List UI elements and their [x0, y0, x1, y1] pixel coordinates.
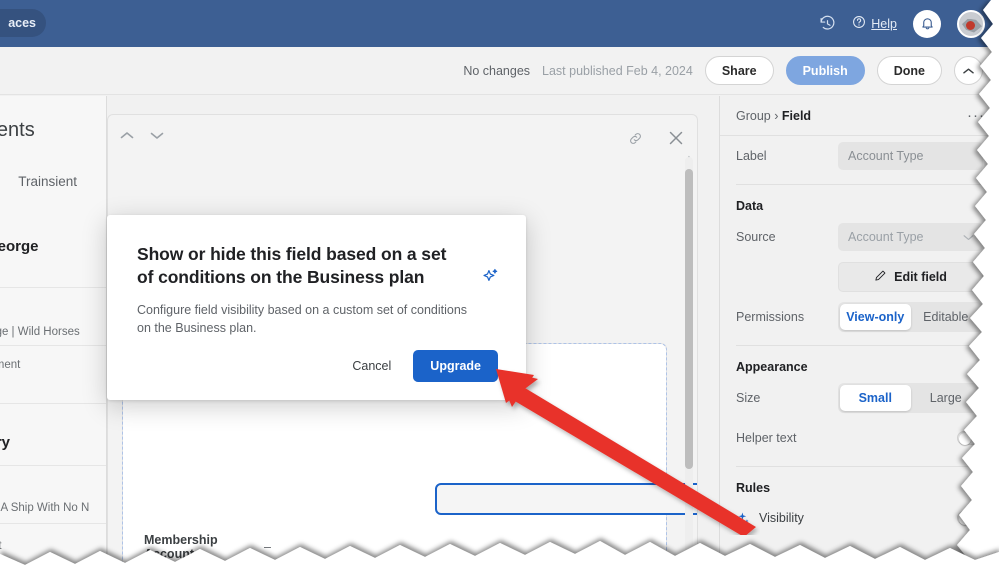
bell-icon[interactable]: [913, 9, 941, 38]
divider: [736, 345, 983, 346]
table-row[interactable]: [0, 404, 106, 466]
chevron-down-icon: [963, 230, 974, 244]
label-field-label: Label: [736, 149, 767, 163]
field-label: Membership Type: [144, 573, 264, 578]
publish-button[interactable]: Publish: [785, 56, 865, 85]
close-icon[interactable]: [669, 131, 683, 146]
more-horizontal-icon[interactable]: ···: [967, 107, 985, 124]
permissions-option-view-only[interactable]: View-only: [840, 304, 911, 330]
field-row: Membership Type –: [144, 573, 271, 578]
field-value: –: [264, 540, 271, 554]
pencil-icon: [874, 269, 887, 285]
source-select-value: Account Type: [848, 230, 924, 244]
upgrade-dialog: Show or hide this field based on a set o…: [107, 215, 526, 400]
avatar[interactable]: [957, 9, 985, 38]
question-circle-icon: [852, 15, 866, 32]
list-item-sub: y | A Ship With No N: [0, 502, 90, 514]
section-appearance: Appearance: [736, 360, 808, 374]
selected-field-box[interactable]: [435, 483, 697, 515]
editor-toolbar: No changes Last published Feb 4, 2024 Sh…: [0, 47, 999, 95]
divider: [736, 466, 983, 467]
breadcrumb-separator: ›: [774, 108, 779, 123]
field-label: Membership Account: [144, 533, 218, 561]
label-row: Label Account Type: [720, 136, 999, 176]
permissions-label: Permissions: [736, 310, 805, 324]
app-header-actions: Help: [819, 0, 985, 47]
breadcrumb: Group › Field: [736, 109, 811, 123]
last-published: Last published Feb 4, 2024: [542, 63, 693, 78]
edit-field-label: Edit field: [894, 270, 947, 284]
visibility-label: Visibility: [759, 511, 804, 525]
label-input-value: Account Type: [848, 149, 924, 163]
workspaces-tab[interactable]: aces: [0, 9, 46, 37]
list-tabs: ers Trainsient: [0, 174, 77, 198]
size-label: Size: [736, 391, 761, 405]
upgrade-button[interactable]: Upgrade: [413, 350, 498, 382]
page-title: gnments: [0, 119, 35, 141]
screenshot-root: aces Help No changes Last published Feb …: [0, 0, 999, 578]
permissions-segmented-control: View-only Editable: [838, 302, 983, 332]
size-option-small[interactable]: Small: [840, 385, 911, 411]
size-option-large[interactable]: Large: [911, 385, 982, 411]
edit-field-button[interactable]: Edit field: [838, 262, 983, 292]
sparkle-ai-icon: [481, 267, 500, 291]
edit-field-row: Edit field: [720, 257, 999, 297]
size-row: Size Small Large: [720, 378, 999, 418]
helper-text-label: Helper text: [736, 431, 797, 445]
help-link[interactable]: Help: [852, 15, 897, 32]
chevron-up-icon: [963, 64, 974, 78]
section-rules: Rules: [736, 481, 771, 495]
assignments-list-panel: gnments ers Trainsient George George | W…: [0, 96, 107, 578]
table-row[interactable]: [0, 346, 106, 404]
done-button[interactable]: Done: [876, 56, 942, 85]
table-row[interactable]: [0, 226, 106, 288]
label-input[interactable]: Account Type: [838, 142, 983, 170]
source-row: Source Account Type: [720, 217, 999, 257]
properties-header: Group › Field ···: [720, 96, 999, 136]
link-icon[interactable]: [628, 131, 643, 146]
permissions-option-editable[interactable]: Editable: [911, 304, 982, 330]
field-value: –: [264, 573, 271, 578]
dialog-description: Configure field visibility based on a cu…: [137, 303, 468, 335]
field-properties-panel: Group › Field ··· Label Account Type Dat…: [719, 96, 999, 578]
sparkle-ai-icon: [736, 511, 750, 525]
dialog-title: Show or hide this field based on a set o…: [137, 244, 447, 288]
list-item-sub: George | Wild Horses: [0, 326, 80, 338]
visibility-rule-row[interactable]: Visibility: [720, 499, 999, 537]
source-label: Source: [736, 230, 776, 244]
history-icon[interactable]: [819, 15, 836, 32]
permissions-row: Permissions View-only Editable: [720, 297, 999, 337]
list-item-subtype: gnment: [0, 359, 21, 371]
collapse-toolbar-button[interactable]: [954, 56, 983, 85]
cancel-button[interactable]: Cancel: [344, 352, 399, 380]
chevron-up-icon[interactable]: [120, 131, 134, 140]
avatar-accent: [966, 20, 975, 30]
helper-text-row: Helper text: [720, 418, 999, 458]
divider: [736, 184, 983, 185]
list-item-subtype: ment: [0, 540, 2, 552]
app-header-bar: aces Help: [0, 0, 999, 47]
change-status: No changes: [463, 63, 531, 78]
list-item-name: George: [0, 238, 39, 255]
share-button[interactable]: Share: [704, 56, 774, 85]
table-row[interactable]: [0, 524, 106, 574]
size-segmented-control: Small Large: [838, 383, 983, 413]
field-row: Membership Account –: [144, 533, 271, 561]
chevron-down-icon[interactable]: [150, 131, 164, 140]
section-data: Data: [736, 199, 764, 213]
breadcrumb-parent[interactable]: Group: [736, 109, 771, 123]
toggle-off-icon[interactable]: [957, 511, 983, 525]
record-actions: [628, 131, 683, 146]
workspaces-tab-label: aces: [8, 16, 36, 30]
table-row[interactable]: [0, 466, 106, 524]
scrollbar-thumb[interactable]: [685, 169, 693, 469]
help-label: Help: [871, 16, 897, 31]
tab-trainsient[interactable]: Trainsient: [18, 174, 77, 198]
toggle-off-icon[interactable]: [957, 431, 983, 445]
source-select[interactable]: Account Type: [838, 223, 983, 251]
record-nav: [120, 131, 164, 140]
breadcrumb-current: Field: [781, 108, 812, 123]
dialog-actions: Cancel Upgrade: [344, 350, 498, 382]
